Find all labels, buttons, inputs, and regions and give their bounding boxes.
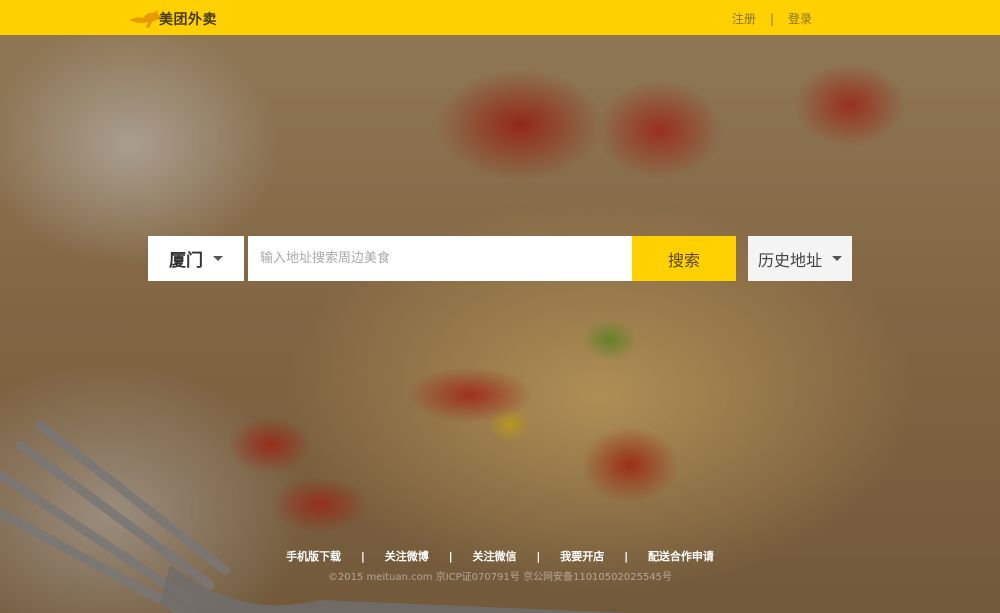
login-link[interactable]: 登录 xyxy=(788,10,812,27)
auth-separator: | xyxy=(769,11,774,26)
footer-separator: | xyxy=(448,550,453,563)
address-search-bar: 厦门 搜索 历史地址 xyxy=(148,236,852,281)
copyright-text: ©2015 meituan.com 京ICP证070791号 京公网安备1101… xyxy=(327,572,673,583)
auth-links: 注册 | 登录 xyxy=(732,10,812,27)
register-link[interactable]: 注册 xyxy=(732,10,756,27)
footer-link-mobile-download[interactable]: 手机版下载 xyxy=(286,550,341,563)
top-header: 美团外卖 注册 | 登录 xyxy=(0,0,1000,35)
chevron-down-icon xyxy=(213,256,223,261)
logo[interactable]: 美团外卖 xyxy=(127,6,217,32)
footer-link-wechat[interactable]: 关注微信 xyxy=(473,550,517,563)
footer-link-delivery-partner[interactable]: 配送合作申请 xyxy=(648,550,714,563)
city-label: 厦门 xyxy=(169,251,203,271)
footer-links: 手机版下载 | 关注微博 | 关注微信 | 我要开店 | 配送合作申请 xyxy=(0,548,1000,564)
logo-text: 美团外卖 xyxy=(159,12,217,28)
city-selector[interactable]: 厦门 xyxy=(148,236,244,281)
address-input[interactable] xyxy=(248,236,632,281)
footer-separator: | xyxy=(624,550,629,563)
kangaroo-icon xyxy=(129,10,161,28)
footer-separator: | xyxy=(360,550,365,563)
chevron-down-icon xyxy=(832,256,842,261)
footer-link-weibo[interactable]: 关注微博 xyxy=(385,550,429,563)
history-label: 历史地址 xyxy=(757,250,822,270)
search-button[interactable]: 搜索 xyxy=(632,236,736,281)
hero-background xyxy=(0,35,1000,613)
footer-separator: | xyxy=(536,550,541,563)
history-address-dropdown[interactable]: 历史地址 xyxy=(748,236,852,281)
footer-link-open-shop[interactable]: 我要开店 xyxy=(560,550,604,563)
